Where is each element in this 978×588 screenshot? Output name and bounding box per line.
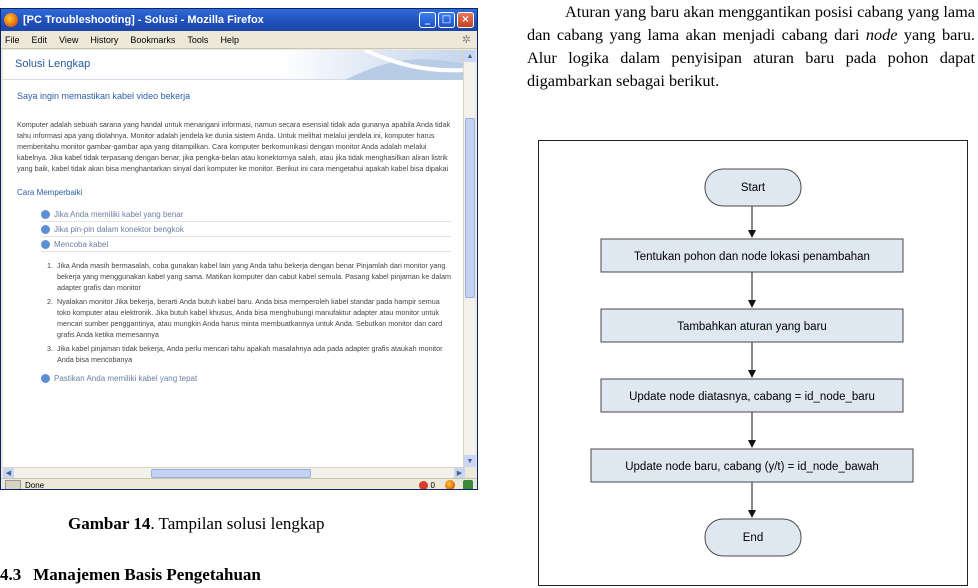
list-item: Jika Anda masih bermasalah, coba gunakan… (55, 260, 451, 293)
firefox-icon (4, 13, 18, 27)
browser-statusbar: Done 0 (1, 478, 477, 490)
page-status-icon (5, 480, 21, 489)
section-title: Manajemen Basis Pengetahuan (33, 565, 261, 584)
page-content: Solusi Lengkap Saya ingin memastikan kab… (3, 50, 465, 467)
arrow-bullet-icon (41, 374, 50, 383)
figure-label: Gambar 14 (68, 514, 151, 533)
link-try-cable[interactable]: Mencoba kabel (41, 237, 451, 252)
link-right-cable[interactable]: Pastikan Anda memiliki kabel yang tepat (41, 371, 451, 386)
process-label: Tambahkan aturan yang baru (677, 321, 827, 333)
menu-help[interactable]: Help (220, 35, 239, 45)
menu-file[interactable]: File (5, 35, 20, 45)
firefox-window: [PC Troubleshooting] - Solusi - Mozilla … (0, 8, 478, 490)
section-number: 4.3 (0, 565, 22, 584)
firefox-status-icon (445, 480, 455, 489)
figure-caption-text: . Tampilan solusi lengkap (150, 514, 325, 533)
link-label: Mencoba kabel (54, 239, 109, 249)
link-label: Jika Anda memiliki kabel yang benar (54, 209, 184, 219)
process-label: Update node diatasnya, cabang = id_node_… (629, 391, 875, 403)
steps-list: Jika Anda masih bermasalah, coba gunakan… (55, 260, 451, 365)
process-label: Update node baru, cabang (y/t) = id_node… (625, 461, 879, 473)
fix-subheading: Cara Memperbaiki (17, 188, 83, 197)
error-icon[interactable] (418, 480, 428, 489)
intro-paragraph: Komputer adalah sebuah sarana yang handa… (17, 120, 451, 173)
flowchart: Start Tentukan pohon dan node lokasi pen… (590, 168, 914, 557)
vertical-scroll-thumb[interactable] (465, 118, 475, 298)
minimize-icon[interactable]: _ (419, 12, 436, 28)
menu-edit[interactable]: Edit (32, 35, 48, 45)
menu-bookmarks[interactable]: Bookmarks (130, 35, 175, 45)
menu-history[interactable]: History (90, 35, 118, 45)
page-title: Solusi Lengkap (15, 58, 91, 70)
end-label: End (743, 532, 763, 544)
body-paragraph: Aturan yang baru akan menggantikan posis… (527, 0, 975, 92)
process-label: Tentukan pohon dan node lokasi penambaha… (634, 251, 870, 263)
solution-headline: Saya ingin memastikan kabel video bekerj… (17, 91, 191, 101)
maximize-icon[interactable]: □ (438, 12, 455, 28)
figure-caption: Gambar 14. Tampilan solusi lengkap (68, 514, 324, 534)
link-bent-pins[interactable]: Jika pin-pin dalam konektor bengkok (41, 222, 451, 237)
section-heading: 4.3 Manajemen Basis Pengetahuan (0, 565, 261, 585)
menu-view[interactable]: View (59, 35, 78, 45)
status-text: Done (25, 480, 45, 490)
close-icon[interactable]: × (457, 12, 474, 28)
page-header: Solusi Lengkap (3, 50, 465, 80)
window-title: [PC Troubleshooting] - Solusi - Mozilla … (23, 14, 264, 26)
horizontal-scroll-thumb[interactable] (151, 469, 311, 478)
link-label: Pastikan Anda memiliki kabel yang tepat (54, 374, 198, 383)
vertical-scrollbar[interactable]: ▲ ▼ (463, 50, 476, 467)
throbber-icon: ✲ (461, 34, 471, 46)
link-label: Jika pin-pin dalam konektor bengkok (54, 224, 184, 234)
header-swoosh-graphic (345, 50, 465, 80)
emphasis-node: node (865, 25, 898, 44)
scroll-down-icon[interactable]: ▼ (464, 455, 476, 467)
browser-titlebar: [PC Troubleshooting] - Solusi - Mozilla … (1, 9, 477, 31)
link-correct-cable[interactable]: Jika Anda memiliki kabel yang benar (41, 207, 451, 222)
scroll-up-icon[interactable]: ▲ (464, 50, 476, 62)
list-item: Nyalakan monitor Jika bekerja, berarti A… (55, 296, 451, 340)
start-label: Start (741, 182, 766, 194)
error-count: 0 (430, 480, 435, 490)
browser-menubar: File Edit View History Bookmarks Tools H… (1, 31, 477, 49)
horizontal-scrollbar[interactable]: ◀ ▶ (3, 467, 465, 479)
flowchart-frame: Start Tentukan pohon dan node lokasi pen… (538, 140, 968, 586)
arrow-bullet-icon (41, 209, 50, 219)
menu-tools[interactable]: Tools (187, 35, 208, 45)
arrow-bullet-icon (41, 239, 50, 249)
list-item: Jika kabel pinjaman tidak bekerja, Anda … (55, 343, 451, 365)
arrow-bullet-icon (41, 224, 50, 234)
extension-icon[interactable] (463, 480, 473, 489)
